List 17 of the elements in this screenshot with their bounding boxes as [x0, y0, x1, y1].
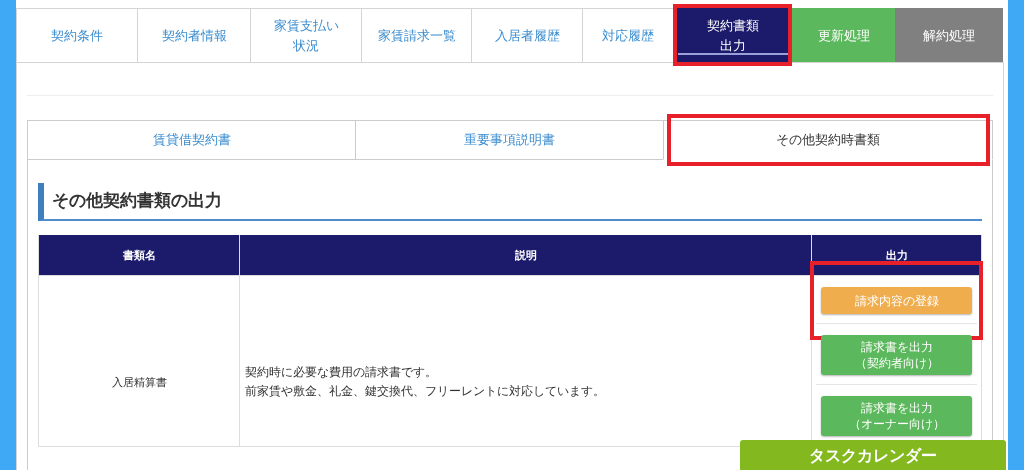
table-cell: 入居精算書	[38, 275, 240, 447]
tab[interactable]: 契約条件	[16, 8, 138, 62]
tab[interactable]: 更新処理	[792, 8, 896, 62]
document-button[interactable]: 請求内容の登録	[821, 287, 972, 314]
tab[interactable]: 契約書類 出力	[677, 8, 789, 62]
description-text: 前家賃や敷金、礼金、鍵交換代、フリーレントに対応しています。	[245, 383, 606, 400]
subtab[interactable]: その他契約時書類	[663, 120, 993, 160]
column-header: 説明	[239, 235, 812, 276]
document-button[interactable]: 請求書を出力 （契約者向け）	[821, 335, 972, 375]
description-text: 契約時に必要な費用の請求書です。	[245, 363, 438, 381]
tab[interactable]: 解約処理	[895, 8, 1003, 62]
subtab[interactable]: 賃貸借契約書	[27, 120, 356, 160]
task-calendar-button[interactable]: タスクカレンダー	[740, 440, 1006, 470]
subtab[interactable]: 重要事項説明書	[355, 120, 664, 160]
column-header: 書類名	[38, 235, 240, 276]
section-heading: その他契約書類の出力	[38, 183, 982, 221]
document-button[interactable]: 請求書を出力 （オーナー向け）	[821, 396, 972, 436]
